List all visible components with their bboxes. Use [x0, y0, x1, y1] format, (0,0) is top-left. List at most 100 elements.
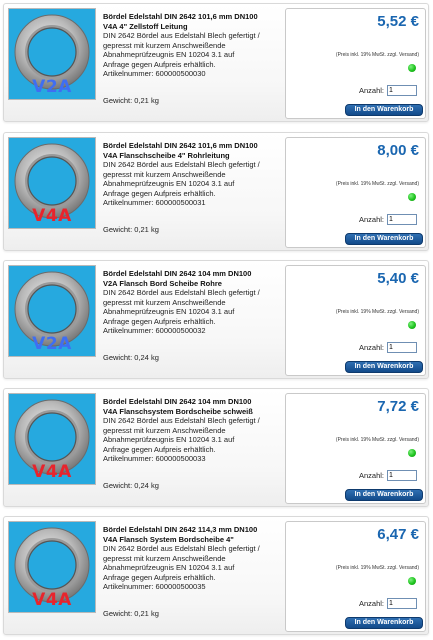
- price-box: 7,72 € (Preis inkl. 19% MwSt. zzgl. Vers…: [285, 393, 426, 504]
- product-price: 8,00 €: [377, 142, 419, 159]
- product-price: 5,52 €: [377, 13, 419, 30]
- quantity-input[interactable]: [387, 342, 417, 353]
- product-card: V2A Bördel Edelstahl DIN 2642 101,6 mm D…: [3, 3, 429, 122]
- desc-line: DIN 2642 Bördel aus Edelstahl Blech gefe…: [103, 544, 260, 553]
- quantity-input[interactable]: [387, 470, 417, 481]
- product-title[interactable]: Bördel Edelstahl DIN 2642 104 mm DN100 V4…: [103, 397, 285, 416]
- material-grade-label: V4A: [32, 206, 72, 226]
- product-description: DIN 2642 Bördel aus Edelstahl Blech gefe…: [103, 416, 285, 464]
- product-card: V2A Bördel Edelstahl DIN 2642 104 mm DN1…: [3, 260, 429, 379]
- vat-note[interactable]: (Preis inkl. 19% MwSt. zzgl. Versand): [336, 437, 419, 443]
- vat-note[interactable]: (Preis inkl. 19% MwSt. zzgl. Versand): [336, 309, 419, 315]
- quantity-row: Anzahl:: [359, 85, 417, 96]
- material-grade-label: V4A: [32, 462, 72, 482]
- product-price: 5,40 €: [377, 270, 419, 287]
- availability-indicator-icon: [408, 449, 416, 457]
- desc-line: Anfrage gegen Aufpreis erhältlich.: [103, 444, 216, 454]
- article-number: Artikelnummer: 600000500035: [103, 582, 206, 591]
- product-info: Bördel Edelstahl DIN 2642 101,6 mm DN100…: [103, 141, 285, 208]
- desc-line: Anfrage gegen Aufpreis erhältlich.: [103, 59, 216, 69]
- quantity-label: Anzahl:: [358, 343, 384, 352]
- add-to-cart-button[interactable]: In den Warenkorb: [345, 233, 423, 245]
- quantity-input[interactable]: [387, 214, 417, 225]
- quantity-input[interactable]: [387, 85, 417, 96]
- title-line: V4A Flanschsystem Bordscheibe schweiß: [103, 406, 253, 416]
- desc-line: DIN 2642 Bördel aus Edelstahl Blech gefe…: [103, 416, 260, 425]
- add-to-cart-button[interactable]: In den Warenkorb: [345, 361, 423, 373]
- product-info: Bördel Edelstahl DIN 2642 101,6 mm DN100…: [103, 12, 285, 79]
- quantity-row: Anzahl:: [359, 342, 417, 353]
- price-box: 8,00 € (Preis inkl. 19% MwSt. zzgl. Vers…: [285, 137, 426, 248]
- desc-line: Abnahmeprüfzeugnis EN 10204 3.1 auf: [103, 563, 235, 572]
- product-title[interactable]: Bördel Edelstahl DIN 2642 114,3 mm DN100…: [103, 525, 285, 544]
- quantity-label: Anzahl:: [358, 215, 384, 224]
- product-card: V4A Bördel Edelstahl DIN 2642 114,3 mm D…: [3, 516, 429, 635]
- quantity-label: Anzahl:: [358, 86, 384, 95]
- title-line: V4A Flansch System Bordscheibe 4": [103, 534, 234, 544]
- product-description: DIN 2642 Bördel aus Edelstahl Blech gefe…: [103, 160, 285, 208]
- product-card: V4A Bördel Edelstahl DIN 2642 104 mm DN1…: [3, 388, 429, 507]
- product-card: V4A Bördel Edelstahl DIN 2642 101,6 mm D…: [3, 132, 429, 251]
- add-to-cart-button[interactable]: In den Warenkorb: [345, 489, 423, 501]
- product-weight: Gewicht: 0,21 kg: [103, 225, 159, 234]
- add-to-cart-button[interactable]: In den Warenkorb: [345, 104, 423, 116]
- title-line: Bördel Edelstahl DIN 2642 104 mm DN100: [103, 269, 252, 278]
- desc-line: DIN 2642 Bördel aus Edelstahl Blech gefe…: [103, 160, 260, 169]
- material-grade-label: V2A: [32, 334, 72, 354]
- title-line: Bördel Edelstahl DIN 2642 114,3 mm DN100: [103, 525, 258, 534]
- desc-line: gepresst mit kurzem Anschweißende: [103, 553, 226, 563]
- product-image[interactable]: V4A: [8, 521, 96, 613]
- product-description: DIN 2642 Bördel aus Edelstahl Blech gefe…: [103, 544, 285, 592]
- product-title[interactable]: Bördel Edelstahl DIN 2642 101,6 mm DN100…: [103, 12, 285, 31]
- product-image[interactable]: V4A: [8, 137, 96, 229]
- desc-line: Abnahmeprüfzeugnis EN 10204 3.1 auf: [103, 307, 235, 316]
- quantity-label: Anzahl:: [358, 471, 384, 480]
- desc-line: Abnahmeprüfzeugnis EN 10204 3.1 auf: [103, 50, 235, 59]
- vat-note[interactable]: (Preis inkl. 19% MwSt. zzgl. Versand): [336, 565, 419, 571]
- product-price: 7,72 €: [377, 398, 419, 415]
- product-weight: Gewicht: 0,21 kg: [103, 609, 159, 618]
- material-grade-label: V2A: [32, 77, 72, 97]
- product-info: Bördel Edelstahl DIN 2642 104 mm DN100 V4…: [103, 397, 285, 464]
- title-line: V4A Flanschscheibe 4" Rohrleitung: [103, 150, 230, 160]
- title-line: Bördel Edelstahl DIN 2642 104 mm DN100: [103, 397, 252, 406]
- quantity-label: Anzahl:: [358, 599, 384, 608]
- product-title[interactable]: Bördel Edelstahl DIN 2642 101,6 mm DN100…: [103, 141, 285, 160]
- quantity-row: Anzahl:: [359, 470, 417, 481]
- desc-line: DIN 2642 Bördel aus Edelstahl Blech gefe…: [103, 288, 260, 297]
- title-line: V4A 4" Zellstoff Leitung: [103, 21, 188, 31]
- material-grade-label: V4A: [32, 590, 72, 610]
- quantity-row: Anzahl:: [359, 214, 417, 225]
- article-number: Artikelnummer: 600000500031: [103, 198, 206, 207]
- article-number: Artikelnummer: 600000500030: [103, 69, 206, 78]
- desc-line: Abnahmeprüfzeugnis EN 10204 3.1 auf: [103, 435, 235, 444]
- desc-line: gepresst mit kurzem Anschweißende: [103, 425, 226, 435]
- product-image[interactable]: V2A: [8, 265, 96, 357]
- desc-line: DIN 2642 Bördel aus Edelstahl Blech gefe…: [103, 31, 260, 40]
- price-box: 6,47 € (Preis inkl. 19% MwSt. zzgl. Vers…: [285, 521, 426, 632]
- availability-indicator-icon: [408, 64, 416, 72]
- desc-line: Anfrage gegen Aufpreis erhältlich.: [103, 572, 216, 582]
- product-info: Bördel Edelstahl DIN 2642 114,3 mm DN100…: [103, 525, 285, 592]
- desc-line: gepresst mit kurzem Anschweißende: [103, 169, 226, 179]
- product-info: Bördel Edelstahl DIN 2642 104 mm DN100 V2…: [103, 269, 285, 336]
- price-box: 5,52 € (Preis inkl. 19% MwSt. zzgl. Vers…: [285, 8, 426, 119]
- add-to-cart-button[interactable]: In den Warenkorb: [345, 617, 423, 629]
- quantity-input[interactable]: [387, 598, 417, 609]
- availability-indicator-icon: [408, 321, 416, 329]
- title-line: Bördel Edelstahl DIN 2642 101,6 mm DN100: [103, 12, 258, 21]
- desc-line: Anfrage gegen Aufpreis erhältlich.: [103, 188, 216, 198]
- product-description: DIN 2642 Bördel aus Edelstahl Blech gefe…: [103, 288, 285, 336]
- product-description: DIN 2642 Bördel aus Edelstahl Blech gefe…: [103, 31, 285, 79]
- product-image[interactable]: V2A: [8, 8, 96, 100]
- product-weight: Gewicht: 0,24 kg: [103, 353, 159, 362]
- article-number: Artikelnummer: 600000500032: [103, 326, 206, 335]
- title-line: V2A Flansch Bord Scheibe Rohre: [103, 278, 222, 288]
- desc-line: gepresst mit kurzem Anschweißende: [103, 297, 226, 307]
- product-weight: Gewicht: 0,24 kg: [103, 481, 159, 490]
- product-title[interactable]: Bördel Edelstahl DIN 2642 104 mm DN100 V2…: [103, 269, 285, 288]
- vat-note[interactable]: (Preis inkl. 19% MwSt. zzgl. Versand): [336, 181, 419, 187]
- desc-line: gepresst mit kurzem Anschweißende: [103, 40, 226, 50]
- vat-note[interactable]: (Preis inkl. 19% MwSt. zzgl. Versand): [336, 52, 419, 58]
- product-image[interactable]: V4A: [8, 393, 96, 485]
